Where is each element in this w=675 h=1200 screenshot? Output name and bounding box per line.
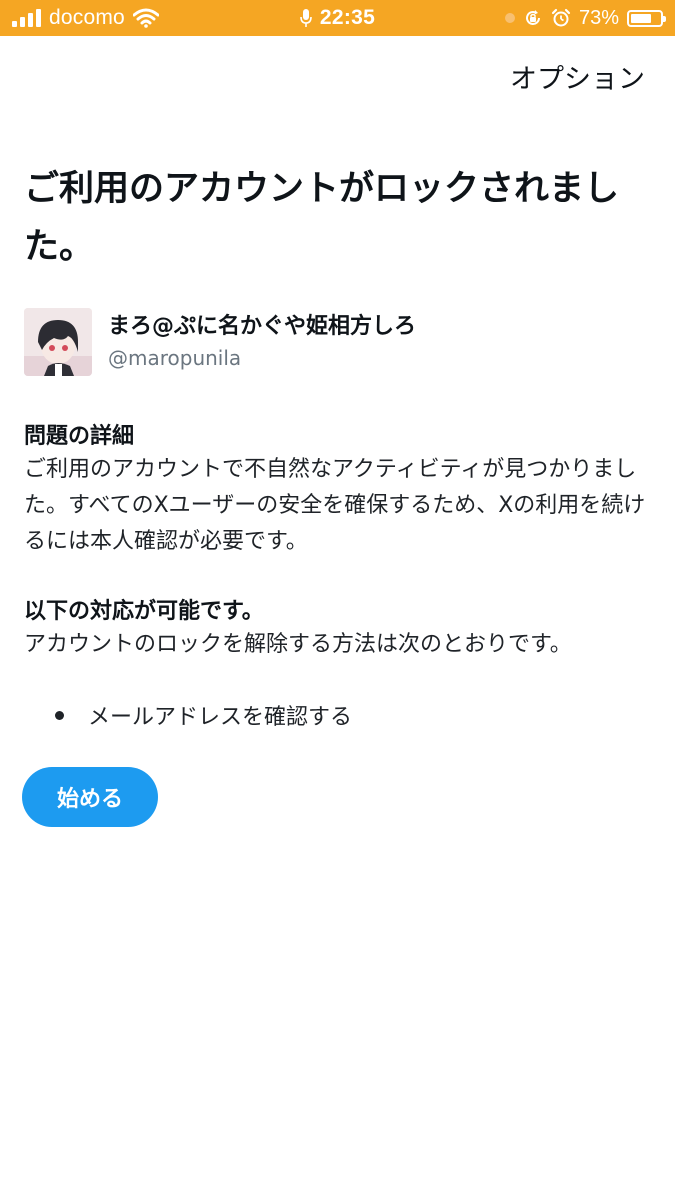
- bullet-icon: [55, 710, 64, 720]
- list-item: メールアドレスを確認する: [55, 699, 352, 731]
- actions-body: アカウントのロックを解除する方法は次のとおりです。: [24, 632, 572, 657]
- battery-level-fill: [631, 13, 652, 23]
- status-right: 73%: [504, 0, 666, 36]
- avatar-image: [24, 308, 92, 376]
- details-heading: 問題の詳細: [24, 424, 135, 449]
- wifi-icon: [132, 8, 159, 28]
- action-list: メールアドレスを確認する: [55, 699, 352, 731]
- signal-icon: [12, 9, 41, 27]
- display-name: まろ@ぷに名かぐや姫相方しろ: [108, 314, 417, 339]
- actions-heading: 以下の対応が可能です。: [24, 599, 264, 624]
- start-button[interactable]: 始める: [22, 767, 158, 827]
- list-item-label: メールアドレスを確認する: [88, 705, 353, 730]
- user-text: まろ@ぷに名かぐや姫相方しろ @maropunila: [108, 311, 416, 373]
- battery-icon: [627, 9, 666, 27]
- status-left: docomo: [12, 0, 159, 36]
- user-handle: @maropunila: [108, 346, 242, 370]
- battery-percentage: 73%: [578, 6, 619, 29]
- page-title: ご利用のアカウントがロックされました。: [24, 169, 620, 267]
- carrier-name: docomo: [49, 6, 125, 29]
- clock: 22:35: [319, 6, 376, 29]
- recording-dot-icon: [504, 13, 515, 23]
- alarm-icon: [551, 8, 571, 27]
- avatar: [24, 308, 92, 376]
- details-body: ご利用のアカウントで不自然なアクティビティが見つかりました。すべてのXユーザーの…: [24, 457, 646, 554]
- user-card: まろ@ぷに名かぐや姫相方しろ @maropunila: [24, 308, 416, 376]
- orientation-lock-icon: [526, 10, 540, 25]
- options-button[interactable]: オプション: [510, 57, 645, 96]
- status-bar: docomo 22:35 73%: [0, 0, 675, 36]
- microphone-icon: [300, 9, 312, 27]
